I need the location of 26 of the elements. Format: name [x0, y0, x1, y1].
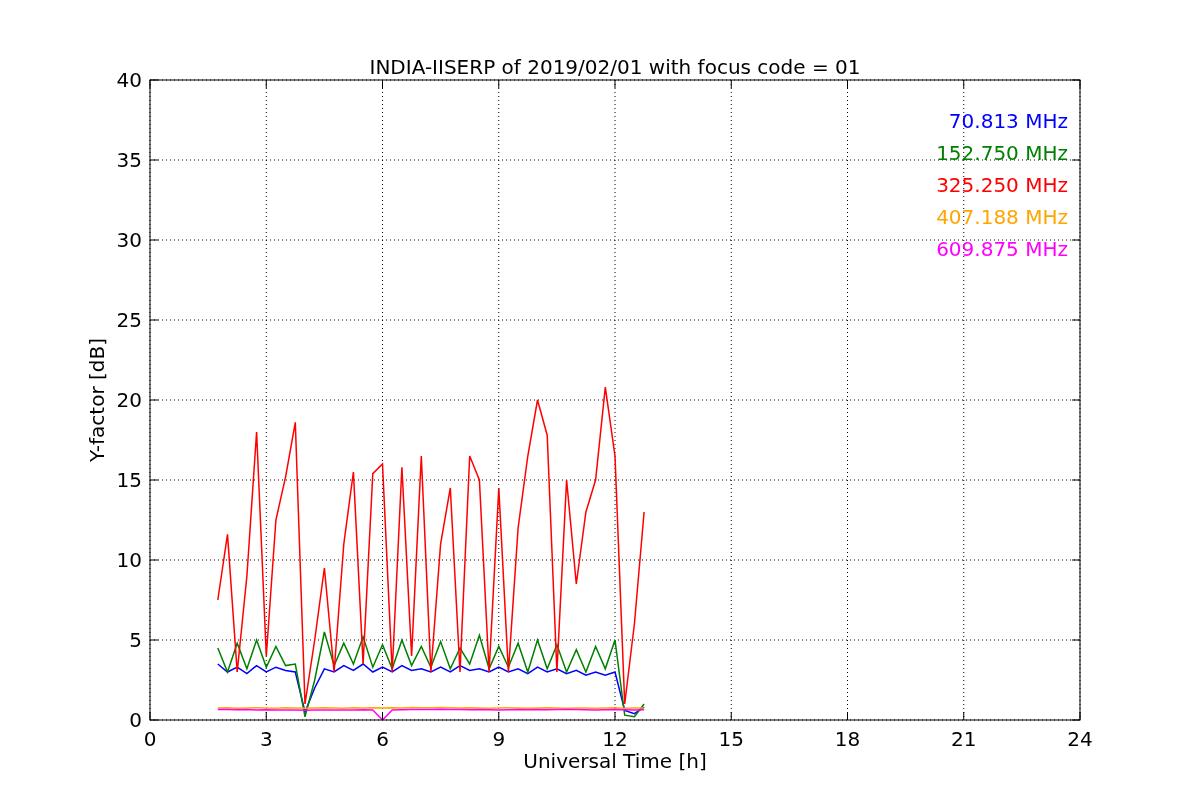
- y-tick-label: 35: [116, 148, 142, 172]
- x-tick-label: 6: [376, 727, 389, 751]
- chart-title: INDIA-IISERP of 2019/02/01 with focus code = 01: [369, 55, 861, 79]
- y-tick-label: 10: [116, 548, 142, 572]
- x-tick-label: 18: [834, 727, 861, 751]
- y-axis-label: Y-factor [dB]: [85, 338, 109, 462]
- x-tick-label: 21: [951, 727, 977, 751]
- x-tick-label: 0: [143, 727, 157, 751]
- y-tick-label: 25: [116, 308, 142, 332]
- y-tick-label: 0: [129, 708, 142, 732]
- y-tick-label: 15: [116, 468, 142, 492]
- legend-label: 609.875 MHz: [936, 237, 1068, 261]
- y-tick-label: 40: [116, 68, 142, 92]
- x-tick-label: 9: [492, 727, 506, 751]
- legend-label: 70.813 MHz: [948, 109, 1068, 133]
- y-tick-label: 30: [116, 228, 142, 252]
- x-tick-label: 15: [718, 727, 744, 751]
- y-tick-label: 20: [116, 388, 142, 412]
- legend-label: 407.188 MHz: [936, 205, 1068, 229]
- y-tick-label: 5: [129, 628, 142, 652]
- x-tick-label: 24: [1067, 727, 1093, 751]
- x-axis-label: Universal Time [h]: [523, 749, 707, 773]
- legend-label: 325.250 MHz: [936, 173, 1068, 197]
- legend-label: 152.750 MHz: [936, 141, 1068, 165]
- x-tick-label: 12: [602, 727, 628, 751]
- x-tick-label: 3: [259, 727, 273, 751]
